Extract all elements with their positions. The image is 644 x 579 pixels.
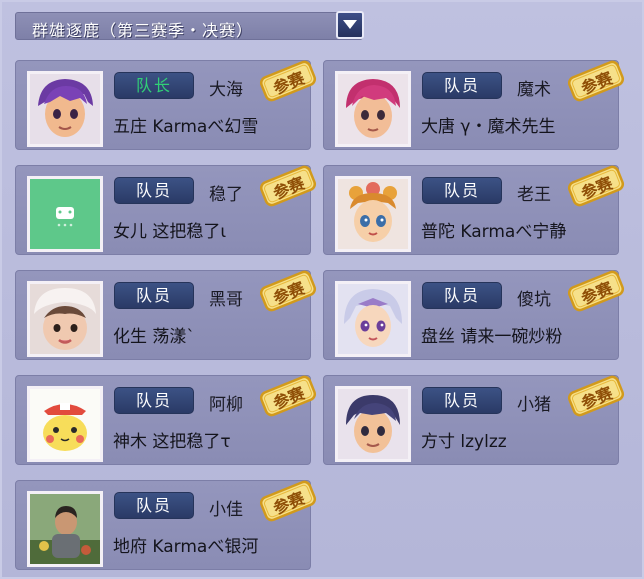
member-school: 方寸: [421, 432, 455, 452]
participation-stamp: 参赛: [257, 373, 319, 420]
participation-stamp: 参赛: [257, 478, 319, 525]
avatar: [335, 71, 411, 147]
member-detail: 大唐 γ・魔术先生: [421, 112, 555, 137]
member-nickname: 傻坑: [517, 290, 551, 310]
member-player: 请来一碗炒粉: [460, 327, 563, 347]
member-detail: 女儿 这把稳了ι: [113, 217, 226, 242]
member-player: Karmaべ银河: [152, 537, 259, 557]
role-badge: 队员: [114, 177, 194, 204]
member-school: 神木: [113, 432, 147, 452]
participation-stamp: 参赛: [565, 268, 627, 315]
avatar: [27, 176, 103, 252]
role-badge: 队员: [422, 282, 502, 309]
avatar: [27, 71, 103, 147]
member-player: Karmaべ幻雪: [152, 117, 259, 137]
member-school: 普陀: [421, 222, 455, 242]
member-detail: 神木 这把稳了τ: [113, 427, 231, 452]
participation-stamp: 参赛: [565, 163, 627, 210]
member-detail: 化生 荡漾`: [113, 322, 195, 347]
participation-stamp: 参赛: [257, 163, 319, 210]
member-player: 这把稳了τ: [152, 432, 231, 452]
role-badge: 队员: [422, 177, 502, 204]
member-card[interactable]: 队员 稳了 女儿 这把稳了ι 参赛: [15, 165, 317, 255]
member-card[interactable]: 队员 小佳 地府 Karmaべ银河 参赛: [15, 480, 317, 570]
member-card[interactable]: 队员 黑哥 化生 荡漾` 参赛: [15, 270, 317, 360]
member-detail: 方寸 lzylzz: [421, 427, 507, 452]
dropdown-button[interactable]: [336, 11, 364, 39]
title-bar: 群雄逐鹿（第三赛季・决赛）: [15, 12, 363, 40]
avatar: [27, 281, 103, 357]
member-school: 女儿: [113, 222, 147, 242]
member-card[interactable]: 队员 傻坑 盘丝 请来一碗炒粉 参赛: [323, 270, 625, 360]
participation-stamp: 参赛: [257, 268, 319, 315]
avatar: [335, 386, 411, 462]
member-nickname: 小佳: [209, 500, 243, 520]
member-nickname: 小猪: [517, 395, 551, 415]
member-card[interactable]: 队员 阿柳 神木 这把稳了τ 参赛: [15, 375, 317, 465]
member-school: 大唐: [421, 117, 455, 137]
member-card[interactable]: 队员 老王 普陀 Karmaべ宁静 参赛: [323, 165, 625, 255]
member-school: 盘丝: [421, 327, 455, 347]
member-nickname: 稳了: [209, 185, 243, 205]
participation-stamp: 参赛: [565, 58, 627, 105]
member-nickname: 魔术: [517, 80, 551, 100]
member-card[interactable]: 队员 魔术 大唐 γ・魔术先生 参赛: [323, 60, 625, 150]
participation-stamp: 参赛: [257, 58, 319, 105]
role-badge: 队员: [114, 282, 194, 309]
role-badge: 队长: [114, 72, 194, 99]
member-player: γ・魔术先生: [460, 117, 556, 137]
member-nickname: 老王: [517, 185, 551, 205]
chevron-down-icon: [343, 20, 357, 29]
role-badge: 队员: [114, 387, 194, 414]
member-player: lzylzz: [460, 432, 507, 452]
avatar: [27, 386, 103, 462]
avatar: [335, 281, 411, 357]
member-nickname: 黑哥: [209, 290, 243, 310]
participation-stamp: 参赛: [565, 373, 627, 420]
member-school: 五庄: [113, 117, 147, 137]
member-player: 荡漾`: [152, 327, 195, 347]
member-card[interactable]: 队员 小猪 方寸 lzylzz 参赛: [323, 375, 625, 465]
avatar: [27, 491, 103, 567]
role-badge: 队员: [422, 72, 502, 99]
member-card[interactable]: 队长 大海 五庄 Karmaべ幻雪 参赛: [15, 60, 317, 150]
member-detail: 地府 Karmaべ银河: [113, 532, 258, 557]
avatar: [335, 176, 411, 252]
member-detail: 盘丝 请来一碗炒粉: [421, 322, 562, 347]
role-badge: 队员: [114, 492, 194, 519]
member-school: 地府: [113, 537, 147, 557]
team-panel: 群雄逐鹿（第三赛季・决赛） 队长 大海 五庄 Karmaべ幻雪 参赛 队员 魔术…: [0, 0, 644, 579]
member-player: 这把稳了ι: [152, 222, 227, 242]
member-nickname: 大海: [209, 80, 243, 100]
member-detail: 五庄 Karmaべ幻雪: [113, 112, 258, 137]
panel-title: 群雄逐鹿（第三赛季・决赛）: [32, 21, 254, 40]
member-detail: 普陀 Karmaべ宁静: [421, 217, 566, 242]
member-player: Karmaべ宁静: [460, 222, 567, 242]
member-nickname: 阿柳: [209, 395, 243, 415]
role-badge: 队员: [422, 387, 502, 414]
member-school: 化生: [113, 327, 147, 347]
